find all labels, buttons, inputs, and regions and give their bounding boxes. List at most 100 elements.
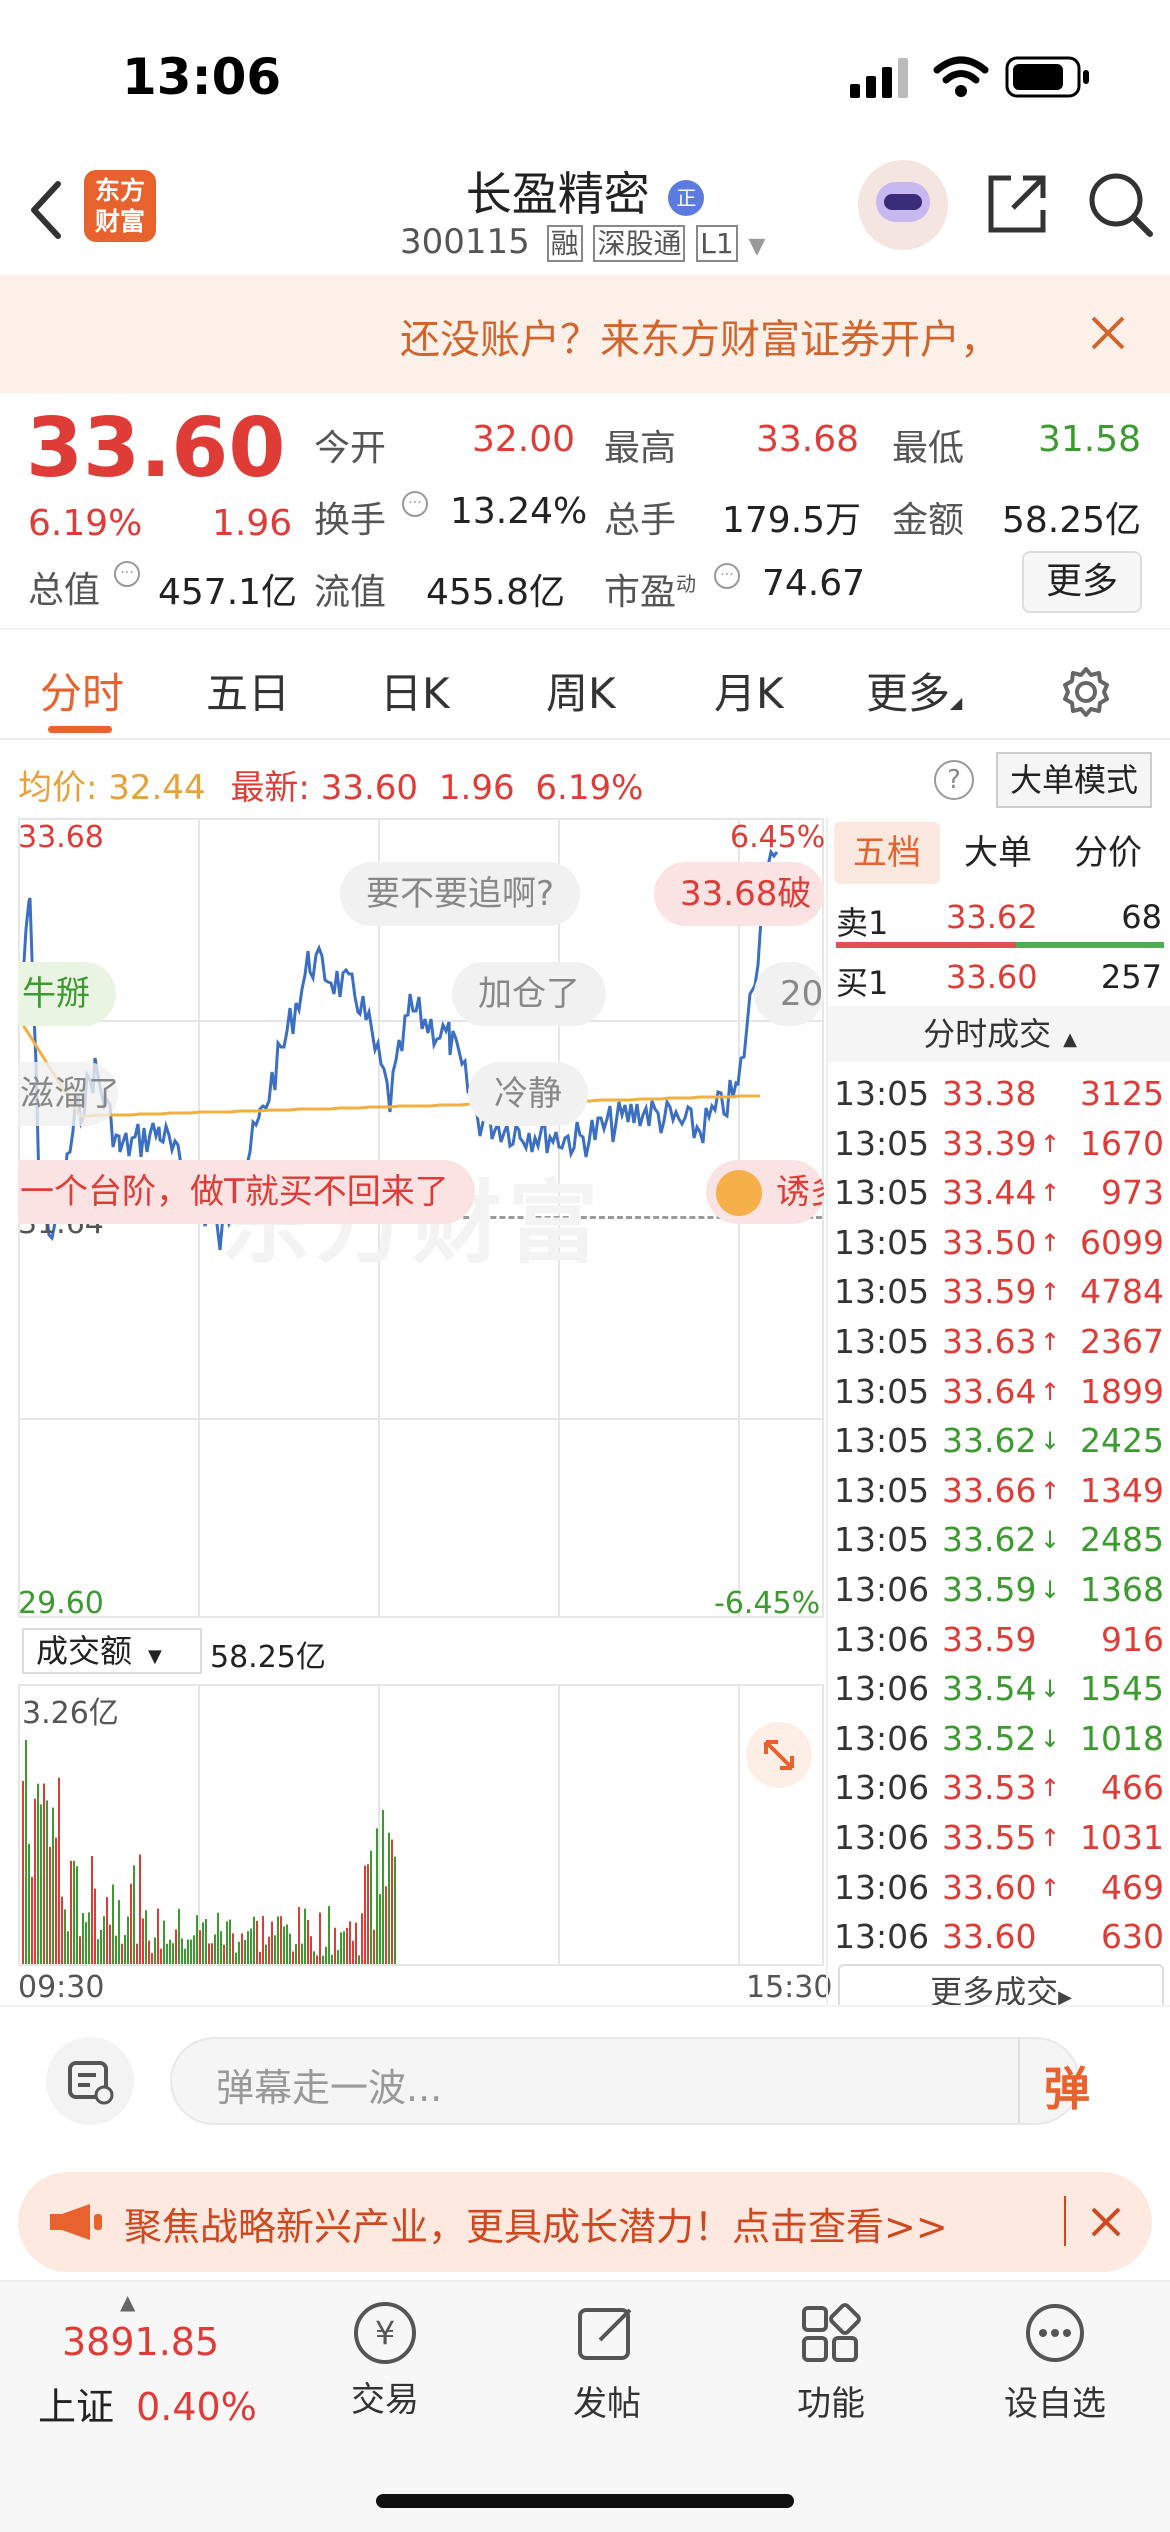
ticks-title: 分时成交 <box>923 1015 1052 1053</box>
nav-post-label: 发帖 <box>573 2384 641 2424</box>
tick-volume: 1545 <box>1080 1669 1164 1709</box>
help-icon[interactable]: ? <box>934 760 974 800</box>
pct-low-label: -6.45% <box>714 1586 821 1621</box>
volume-chart[interactable]: 3.26亿 <box>18 1684 824 1966</box>
avg-label: 均价: <box>18 768 98 808</box>
volume-bar <box>82 1912 84 1964</box>
tick-time: 13:05 <box>834 1371 930 1411</box>
volume-bar <box>259 1951 261 1964</box>
volume-bar <box>148 1940 150 1964</box>
big-order-mode-button[interactable]: 大单模式 <box>996 752 1152 808</box>
ticks-header[interactable]: 分时成交 ▲ <box>828 1006 1170 1062</box>
tab-big-orders[interactable]: 大单 <box>964 822 1032 884</box>
close-icon[interactable] <box>1090 315 1126 351</box>
volume-bar <box>268 1936 270 1964</box>
chart-tabs: 分时 五日 日K 周K 月K 更多◢ <box>0 628 1170 740</box>
tab-daily-k[interactable]: 日K <box>380 660 450 721</box>
close-icon[interactable] <box>1090 2206 1122 2238</box>
tick-arrow: ↑ <box>1040 1328 1061 1356</box>
nav-functions[interactable]: 功能 <box>776 2302 886 2425</box>
tag-level: L1 <box>696 225 738 262</box>
nav-trade[interactable]: ¥ 交易 <box>330 2302 440 2421</box>
danmaku-bubble[interactable]: 诱多 <box>706 1160 824 1224</box>
volume-bar <box>253 1916 255 1964</box>
tab-more[interactable]: 更多◢ <box>866 660 962 721</box>
stock-code: 300115 <box>400 222 530 262</box>
tick-volume: 1349 <box>1080 1470 1164 1510</box>
pct-high-label: 6.45% <box>730 820 826 855</box>
volume-selector[interactable]: 成交额 ▼ <box>22 1628 202 1674</box>
danmaku-bubble[interactable]: 冷静 <box>468 1062 588 1126</box>
danmaku-bubble[interactable]: 20 <box>754 962 824 1026</box>
share-icon[interactable] <box>985 172 1049 236</box>
promo-banner[interactable]: 聚焦战略新兴产业，更具成长潜力！点击查看>> <box>18 2172 1152 2272</box>
index-value[interactable]: 3891.85 <box>62 2320 219 2364</box>
tab-five-day[interactable]: 五日 <box>206 660 290 721</box>
tick-row: 13:05 33.66 ↑ 1349 <box>834 1471 1164 1520</box>
tab-monthly-k[interactable]: 月K <box>714 660 784 721</box>
danmaku-bubble[interactable]: 33.68破 <box>654 862 824 926</box>
info-icon[interactable]: ··· <box>402 491 428 517</box>
assistant-avatar[interactable] <box>858 160 948 250</box>
danmaku-bubble[interactable]: 牛掰 <box>18 962 116 1026</box>
volume-bar <box>190 1939 192 1964</box>
tick-row: 13:05 33.62 ↓ 2425 <box>834 1421 1164 1470</box>
tick-arrow: ↓ <box>1040 1724 1061 1753</box>
danmaku-send-button[interactable]: 弹 <box>1044 2053 1090 2119</box>
index-ticker[interactable]: 上证 0.40% <box>38 2376 257 2431</box>
quote-panel: 33.60 6.19% 1.96 总值 ··· 457.1亿 今开 32.00 … <box>0 393 1170 628</box>
danmaku-input[interactable]: 弹幕走一波... 弹 <box>170 2037 1090 2125</box>
danmaku-bubble[interactable]: 加仓了 <box>452 962 606 1026</box>
tick-time: 13:06 <box>834 1768 930 1808</box>
tab-five-levels[interactable]: 五档 <box>834 822 940 884</box>
tag-connect: 深股通 <box>593 225 686 262</box>
expand-icon[interactable] <box>746 1722 812 1788</box>
volume-bars <box>22 1739 396 1964</box>
volume-bar <box>373 1929 375 1964</box>
tab-intraday[interactable]: 分时 <box>40 660 124 721</box>
tab-price-dist[interactable]: 分价 <box>1074 822 1142 884</box>
volume-bar <box>220 1931 222 1964</box>
info-icon[interactable]: ··· <box>114 561 140 587</box>
danmaku-bubble[interactable]: 滋溜了 <box>18 1062 118 1126</box>
caret-down-icon[interactable]: ▼ <box>749 234 766 259</box>
nav-watchlist[interactable]: 设自选 <box>990 2302 1120 2425</box>
danmaku-settings-icon[interactable] <box>46 2037 134 2125</box>
volume-bar <box>313 1951 315 1964</box>
volume-bar <box>85 1922 87 1964</box>
yen-exchange-icon: ¥ <box>354 2302 416 2364</box>
tab-weekly-k[interactable]: 周K <box>546 660 616 721</box>
danmaku-bubble[interactable]: 一个台阶，做T就买不回来了 <box>18 1160 475 1224</box>
tick-price: 33.66 <box>942 1470 1037 1510</box>
tick-time: 13:06 <box>834 1818 930 1857</box>
last-value: 33.60 <box>320 768 419 808</box>
volume-bar <box>352 1940 354 1964</box>
volume-bar <box>136 1943 138 1964</box>
open-label: 今开 <box>314 428 387 469</box>
volume-bar <box>358 1955 360 1964</box>
volume-bar <box>52 1807 54 1964</box>
volume-bar <box>157 1908 159 1964</box>
last-pct: 6.19% <box>535 768 644 808</box>
info-icon[interactable]: ··· <box>714 563 740 589</box>
tick-arrow: ↑ <box>1040 1129 1061 1158</box>
tick-row: 13:06 33.60 ↑ 469 <box>834 1868 1164 1917</box>
tick-arrow: ↓ <box>1040 1427 1061 1456</box>
tick-arrow: ↓ <box>1040 1576 1061 1604</box>
nav-post[interactable]: 发帖 <box>552 2302 662 2425</box>
volume-bar <box>292 1951 294 1964</box>
volume-bar <box>154 1937 156 1964</box>
more-button[interactable]: 更多 <box>1022 551 1142 613</box>
settings-icon[interactable] <box>1060 666 1112 718</box>
volume-bar <box>133 1865 135 1964</box>
account-banner[interactable]: 还没账户？来东方财富证券开户， <box>0 275 1170 393</box>
danmaku-bubble[interactable]: 要不要追啊? <box>340 862 581 926</box>
mktcap-label: 总值 <box>28 570 101 611</box>
search-icon[interactable] <box>1088 172 1154 238</box>
volume-bar <box>250 1928 252 1964</box>
volume-bar <box>376 1828 378 1964</box>
volume-bar <box>394 1856 396 1964</box>
volume-bar <box>169 1939 171 1964</box>
tick-row: 13:06 33.60 630 <box>834 1917 1164 1966</box>
tick-time: 13:06 <box>834 1570 930 1609</box>
